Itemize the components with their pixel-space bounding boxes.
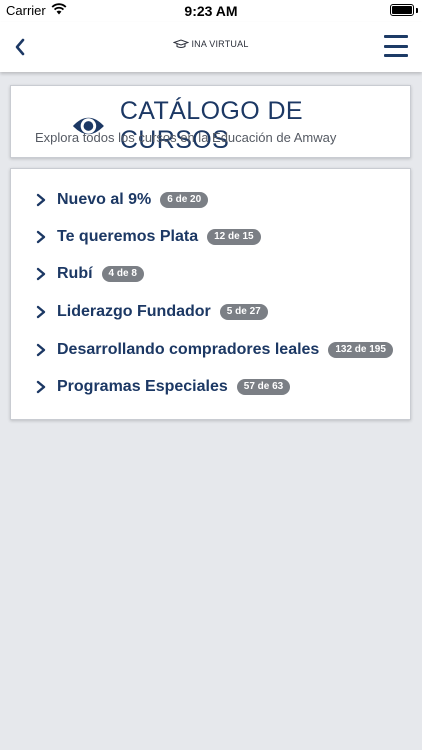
course-progress-badge: 5 de 27 [219, 304, 268, 320]
catalog-title-row: CATÁLOGO DE CURSOS [71, 97, 410, 155]
course-progress-badge: 57 de 63 [236, 379, 291, 395]
app-logo: INA VIRTUAL [0, 39, 422, 49]
catalog-subtitle: Explora todos los cursos en la Educación… [35, 130, 337, 145]
menu-bar [384, 35, 408, 38]
course-label: Liderazgo Fundador [57, 303, 211, 320]
course-label: Desarrollando compradores leales [57, 341, 320, 358]
chevron-right-icon [36, 267, 46, 281]
course-item[interactable]: Te queremos Plata 12 de 15 [35, 225, 261, 249]
graduation-cap-icon [173, 39, 190, 48]
battery-tip [416, 8, 418, 13]
course-label: Programas Especiales [57, 378, 228, 395]
course-progress-badge: 12 de 15 [207, 229, 261, 245]
course-progress-badge: 132 de 195 [328, 342, 393, 358]
course-progress-badge: 6 de 20 [160, 192, 209, 208]
course-label: Rubí [57, 265, 93, 282]
course-item[interactable]: Programas Especiales 57 de 63 [35, 375, 291, 399]
status-bar: Carrier 9:23 AM [0, 0, 422, 22]
course-item[interactable]: Liderazgo Fundador 5 de 27 [35, 300, 268, 324]
course-item[interactable]: Rubí 4 de 8 [35, 262, 144, 286]
logo-text: INA VIRTUAL [191, 39, 249, 49]
course-label: Nuevo al 9% [57, 191, 152, 208]
course-label: Te queremos Plata [57, 228, 199, 245]
status-time: 9:23 AM [184, 3, 238, 19]
chevron-right-icon [36, 305, 46, 319]
chevron-right-icon [36, 193, 46, 207]
course-progress-badge: 4 de 8 [101, 266, 144, 282]
catalog-title: CATÁLOGO DE CURSOS [119, 97, 303, 154]
chevron-right-icon [36, 230, 46, 244]
chevron-right-icon [36, 380, 46, 394]
menu-bar [384, 44, 408, 48]
hamburger-menu-button[interactable] [384, 35, 408, 57]
battery-icon [390, 4, 414, 16]
menu-bar [384, 54, 408, 57]
course-item[interactable]: Nuevo al 9% 6 de 20 [35, 188, 209, 212]
course-item[interactable]: Desarrollando compradores leales 132 de … [35, 338, 393, 362]
chevron-right-icon [36, 343, 46, 357]
nav-bar: INA VIRTUAL [0, 22, 422, 72]
course-list-card: Nuevo al 9% 6 de 20 Te queremos Plata 12… [10, 168, 411, 420]
catalog-header-card: CATÁLOGO DE CURSOS Explora todos los cur… [10, 85, 411, 158]
